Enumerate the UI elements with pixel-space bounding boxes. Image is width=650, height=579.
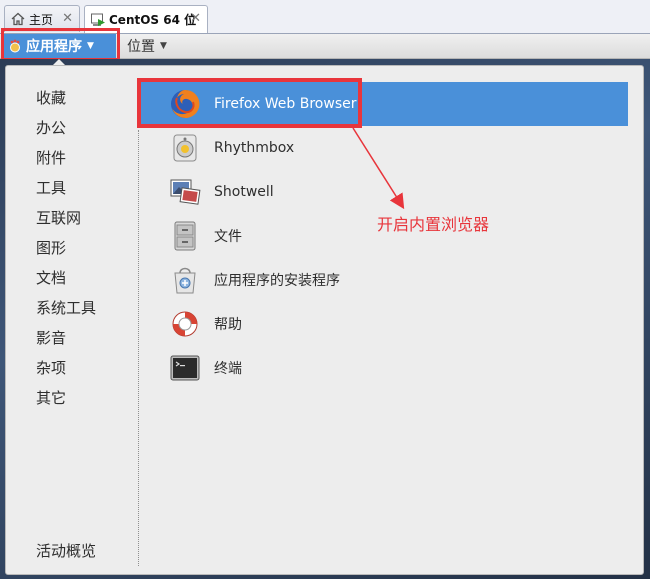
app-item-terminal[interactable]: 终端 [140,346,628,390]
caret-down-icon: ▼ [160,41,167,51]
rhythmbox-icon [169,132,201,164]
app-label: 应用程序的安装程序 [214,273,340,289]
gnome-top-bar: 应用程序 ▼ 位置 ▼ [0,34,650,59]
category-documents[interactable]: 文档 [36,267,66,288]
category-utilities[interactable]: 工具 [36,177,66,198]
close-icon[interactable]: ✕ [62,11,73,26]
app-item-software-installer[interactable]: 应用程序的安装程序 [140,258,628,302]
category-other[interactable]: 其它 [36,387,66,408]
app-label: 终端 [214,361,242,377]
category-sundry[interactable]: 杂项 [36,357,66,378]
vm-tab-strip: 主页 ✕ CentOS 64 位 ✕ [0,0,650,34]
tab-centos-vm[interactable]: CentOS 64 位 ✕ [84,5,208,33]
shotwell-icon [169,176,201,208]
category-graphics[interactable]: 图形 [36,237,66,258]
tab-vm-label: CentOS 64 位 [109,13,197,27]
firefox-icon [169,88,201,120]
app-item-help[interactable]: 帮助 [140,302,628,346]
category-office[interactable]: 办公 [36,117,66,138]
category-sound-video[interactable]: 影音 [36,327,66,348]
app-label: Rhythmbox [214,140,295,156]
applications-menu-button[interactable]: 应用程序 ▼ [4,34,116,58]
terminal-icon [169,352,201,384]
places-menu-label: 位置 [127,39,155,55]
app-label: 文件 [214,229,242,245]
app-label: Shotwell [214,184,274,200]
activities-overview-link[interactable]: 活动概览 [36,540,96,561]
app-item-firefox[interactable]: Firefox Web Browser [140,82,628,126]
software-installer-icon [169,264,201,296]
home-icon [10,11,26,27]
tab-home-label: 主页 [29,12,54,27]
close-icon[interactable]: ✕ [190,11,201,26]
caret-down-icon: ▼ [87,41,94,51]
vm-icon [90,12,106,28]
category-internet[interactable]: 互联网 [36,207,81,228]
app-item-shotwell[interactable]: Shotwell [140,170,628,214]
app-label: 帮助 [214,317,242,333]
app-item-rhythmbox[interactable]: Rhythmbox [140,126,628,170]
applications-menu-label: 应用程序 [26,39,82,55]
app-label: Firefox Web Browser [214,96,357,112]
category-accessories[interactable]: 附件 [36,147,66,168]
category-system-tools[interactable]: 系统工具 [36,297,96,318]
places-menu-button[interactable]: 位置 ▼ [127,34,167,58]
category-favorites[interactable]: 收藏 [36,87,66,108]
help-lifebuoy-icon [169,308,201,340]
files-icon [169,220,201,252]
annotation-text: 开启内置浏览器 [377,215,490,234]
menu-divider [138,130,139,566]
tab-home[interactable]: 主页 ✕ [4,5,80,32]
gnome-foot-icon [8,39,22,53]
